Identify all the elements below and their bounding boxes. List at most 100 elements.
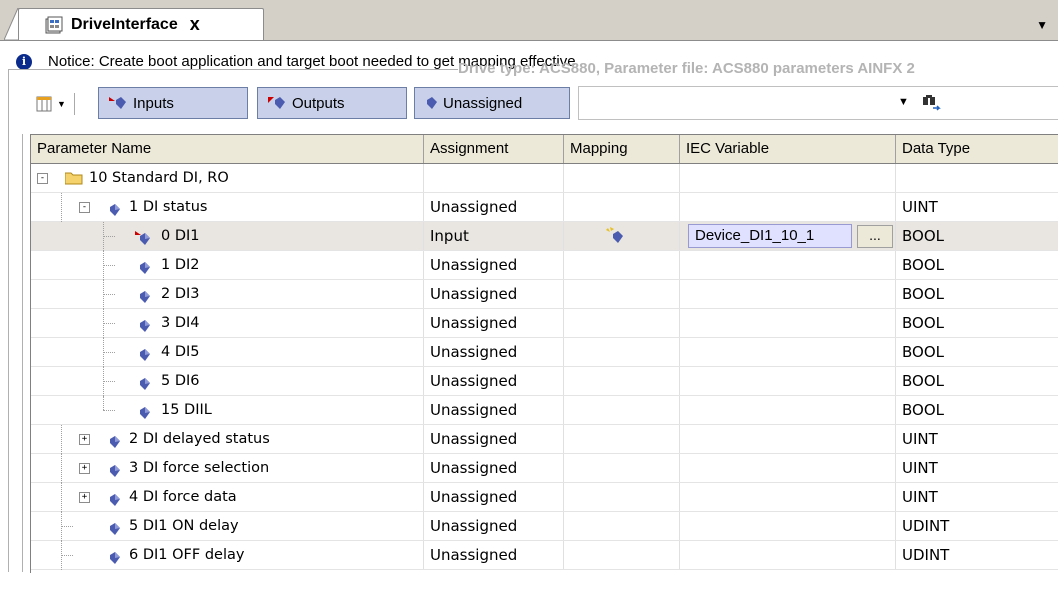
parameter-icon xyxy=(135,286,150,303)
column-header-iec-variable[interactable]: IEC Variable xyxy=(680,135,896,163)
browse-variable-button[interactable]: ... xyxy=(857,225,893,248)
column-header-assignment[interactable]: Assignment xyxy=(424,135,564,163)
table-row[interactable]: 5 DI6 Unassigned BOOL xyxy=(31,367,1058,396)
parameter-icon xyxy=(135,315,150,332)
assignment-cell[interactable]: Input xyxy=(424,222,564,250)
grid-header: Parameter Name Assignment Mapping IEC Va… xyxy=(31,135,1058,164)
iec-variable-cell[interactable] xyxy=(680,251,896,279)
group-border xyxy=(8,69,9,572)
table-row[interactable]: 1 DI2 Unassigned BOOL xyxy=(31,251,1058,280)
expand-icon[interactable]: + xyxy=(79,492,90,503)
iec-variable-cell[interactable] xyxy=(680,425,896,453)
mapping-toolbar: ▼ Inputs Outputs Unassigned ▼ xyxy=(30,86,1058,122)
parameter-name: 5 DI6 xyxy=(161,373,200,389)
mapping-cell xyxy=(564,454,680,482)
parameter-name-cell: 0 DI1 xyxy=(31,222,424,250)
parameter-icon xyxy=(105,547,120,564)
collapse-icon[interactable]: - xyxy=(37,173,48,184)
iec-variable-input[interactable]: Device_DI1_10_1 xyxy=(688,224,852,248)
parameter-icon xyxy=(105,489,120,506)
filter-outputs-button[interactable]: Outputs xyxy=(257,87,407,119)
assignment-cell[interactable]: Unassigned xyxy=(424,309,564,337)
expand-icon[interactable]: + xyxy=(79,434,90,445)
data-type-cell: UDINT xyxy=(902,517,950,535)
search-dropdown-icon[interactable]: ▼ xyxy=(898,96,909,108)
iec-variable-cell[interactable] xyxy=(680,338,896,366)
tab-list-dropdown-icon[interactable]: ▼ xyxy=(1036,18,1048,32)
filter-inputs-button[interactable]: Inputs xyxy=(98,87,248,119)
assignment-cell[interactable]: Unassigned xyxy=(424,193,564,221)
assignment-cell[interactable]: Unassigned xyxy=(424,512,564,540)
table-row[interactable]: 0 DI1 Input BOOL Device_DI1_10_1... xyxy=(31,222,1058,251)
table-row[interactable]: 6 DI1 OFF delay Unassigned UDINT xyxy=(31,541,1058,570)
iec-variable-cell[interactable] xyxy=(680,483,896,511)
parameter-name-cell: - 10 Standard DI, RO xyxy=(31,164,424,192)
parameter-icon xyxy=(135,344,150,361)
parameter-icon xyxy=(105,518,120,535)
assignment-cell[interactable] xyxy=(424,164,564,192)
parameter-name-cell: - 1 DI status xyxy=(31,193,424,221)
assignment-cell[interactable]: Unassigned xyxy=(424,425,564,453)
table-row[interactable]: 5 DI1 ON delay Unassigned UDINT xyxy=(31,512,1058,541)
close-tab-button[interactable]: x xyxy=(190,14,200,35)
iec-variable-cell[interactable] xyxy=(680,309,896,337)
assignment-cell[interactable]: Unassigned xyxy=(424,396,564,424)
assignment-cell[interactable]: Unassigned xyxy=(424,541,564,569)
panel-border xyxy=(22,134,23,572)
parameter-name-cell: 4 DI5 xyxy=(31,338,424,366)
column-header-mapping[interactable]: Mapping xyxy=(564,135,680,163)
inputs-label: Inputs xyxy=(133,94,174,112)
parameter-name: 5 DI1 ON delay xyxy=(129,518,239,534)
filter-unassigned-button[interactable]: Unassigned xyxy=(414,87,570,119)
assignment-cell[interactable]: Unassigned xyxy=(424,454,564,482)
tab-title: DriveInterface xyxy=(71,15,178,33)
drive-type-caption: Drive type: ACS880, Parameter file: ACS8… xyxy=(458,60,915,77)
info-icon: i xyxy=(16,53,32,70)
table-row[interactable]: - 10 Standard DI, RO xyxy=(31,164,1058,193)
table-row[interactable]: 2 DI3 Unassigned BOOL xyxy=(31,280,1058,309)
mapping-icon xyxy=(606,227,623,243)
iec-variable-cell[interactable] xyxy=(680,164,896,192)
mapping-cell xyxy=(564,222,680,250)
column-chooser[interactable]: ▼ xyxy=(36,92,75,116)
column-header-parameter-name[interactable]: Parameter Name xyxy=(31,135,424,163)
find-icon[interactable] xyxy=(920,94,942,112)
table-row[interactable]: 15 DIIL Unassigned BOOL xyxy=(31,396,1058,425)
output-arrow-icon xyxy=(268,97,285,109)
table-row[interactable]: 3 DI4 Unassigned BOOL xyxy=(31,309,1058,338)
data-type-cell xyxy=(896,164,1058,192)
assignment-cell[interactable]: Unassigned xyxy=(424,280,564,308)
iec-variable-cell[interactable] xyxy=(680,541,896,569)
iec-variable-cell[interactable] xyxy=(680,396,896,424)
group-divider xyxy=(8,69,458,70)
iec-variable-cell[interactable] xyxy=(680,512,896,540)
iec-variable-cell[interactable] xyxy=(680,193,896,221)
parameter-name-cell: +2 DI delayed status xyxy=(31,425,424,453)
assignment-cell[interactable]: Unassigned xyxy=(424,338,564,366)
mapping-cell xyxy=(564,164,680,192)
table-row[interactable]: +2 DI delayed status Unassigned UINT xyxy=(31,425,1058,454)
iec-variable-cell[interactable] xyxy=(680,280,896,308)
column-header-data-type[interactable]: Data Type xyxy=(896,135,1058,163)
assignment-cell[interactable]: Unassigned xyxy=(424,367,564,395)
device-icon xyxy=(45,16,63,33)
mapping-cell xyxy=(564,251,680,279)
parameter-name: 1 DI2 xyxy=(161,257,200,273)
tab-driveinterface[interactable]: DriveInterface x xyxy=(18,8,264,40)
parameter-name: 6 DI1 OFF delay xyxy=(129,547,245,563)
mapping-cell xyxy=(564,193,680,221)
mapping-cell xyxy=(564,309,680,337)
table-row[interactable]: +4 DI force data Unassigned UINT xyxy=(31,483,1058,512)
iec-variable-cell[interactable] xyxy=(680,367,896,395)
table-row[interactable]: - 1 DI status Unassigned UINT xyxy=(31,193,1058,222)
expand-icon[interactable]: + xyxy=(79,463,90,474)
search-input[interactable] xyxy=(578,86,1058,120)
assignment-cell[interactable]: Unassigned xyxy=(424,251,564,279)
outputs-label: Outputs xyxy=(292,94,345,112)
collapse-icon[interactable]: - xyxy=(79,202,90,213)
iec-variable-cell[interactable] xyxy=(680,454,896,482)
table-row[interactable]: +3 DI force selection Unassigned UINT xyxy=(31,454,1058,483)
assignment-cell[interactable]: Unassigned xyxy=(424,483,564,511)
data-type-cell: UDINT xyxy=(902,546,950,564)
table-row[interactable]: 4 DI5 Unassigned BOOL xyxy=(31,338,1058,367)
